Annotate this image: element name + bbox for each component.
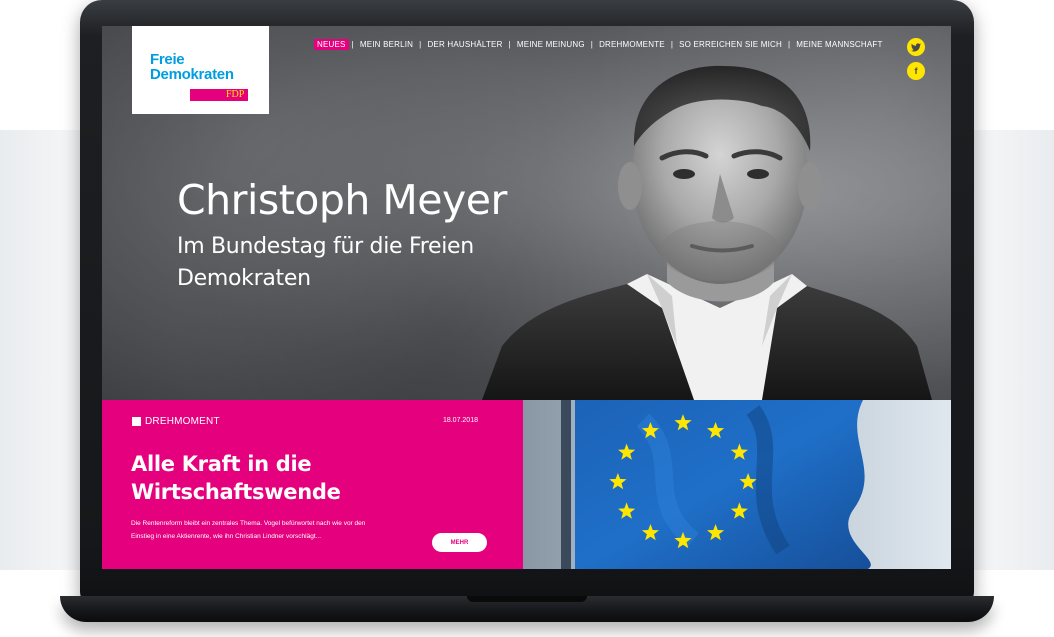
mehr-button[interactable]: MEHR bbox=[432, 533, 487, 552]
nav-item-drehmomente[interactable]: DREHMOMENTE bbox=[596, 39, 668, 50]
nav-separator: | bbox=[419, 39, 422, 49]
nav-item-neues[interactable]: NEUES bbox=[314, 38, 349, 50]
nav-item-der-haushalter[interactable]: DER HAUSHÄLTER bbox=[424, 39, 505, 50]
logo-text-line1: Freie bbox=[150, 51, 185, 68]
portrait-image bbox=[482, 65, 932, 400]
nav-separator: | bbox=[788, 39, 791, 49]
nav-separator: | bbox=[670, 39, 674, 49]
twitter-icon[interactable] bbox=[907, 38, 925, 56]
eu-flag-image bbox=[523, 400, 951, 569]
laptop-notch bbox=[467, 596, 587, 602]
website-screen: Freie Demokraten FDP NEUES | MEIN BERLIN… bbox=[102, 26, 951, 569]
fdp-logo[interactable]: Freie Demokraten FDP bbox=[132, 26, 269, 114]
nav-separator: | bbox=[590, 39, 594, 49]
nav-separator: | bbox=[351, 39, 354, 49]
news-date: 18.07.2018 bbox=[442, 417, 478, 424]
main-navigation: NEUES | MEIN BERLIN | DER HAUSHÄLTER | M… bbox=[314, 37, 886, 51]
news-category-label: DREHMOMENT bbox=[145, 416, 220, 427]
nav-item-mein-berlin[interactable]: MEIN BERLIN bbox=[357, 39, 416, 50]
nav-item-so-erreichen-sie-mich[interactable]: SO ERREICHEN SIE MICH bbox=[676, 39, 785, 50]
news-category: DREHMOMENT bbox=[132, 416, 220, 427]
hero-subtitle: Im Bundestag für die Freien Demokraten bbox=[177, 234, 474, 291]
hero-section: Freie Demokraten FDP NEUES | MEIN BERLIN… bbox=[102, 26, 951, 400]
logo-fdp-badge: FDP bbox=[190, 89, 249, 101]
nav-item-meine-mannschaft[interactable]: MEINE MANNSCHAFT bbox=[793, 39, 885, 50]
news-card: DREHMOMENT 18.07.2018 Alle Kraft in die … bbox=[102, 400, 523, 569]
hero-title: Christoph Meyer bbox=[177, 176, 507, 224]
news-teaser: Die Rentenreform bleibt ein zentrales Th… bbox=[131, 520, 366, 540]
nav-item-meine-meinung[interactable]: MEINE MEINUNG bbox=[514, 39, 588, 50]
facebook-icon[interactable]: f bbox=[907, 62, 925, 80]
category-square-icon bbox=[132, 417, 141, 426]
facebook-glyph: f bbox=[914, 66, 918, 76]
nav-separator: | bbox=[508, 39, 511, 49]
news-title[interactable]: Alle Kraft in die Wirtschaftswende bbox=[131, 450, 491, 506]
logo-text-line2: Demokraten bbox=[150, 66, 234, 83]
